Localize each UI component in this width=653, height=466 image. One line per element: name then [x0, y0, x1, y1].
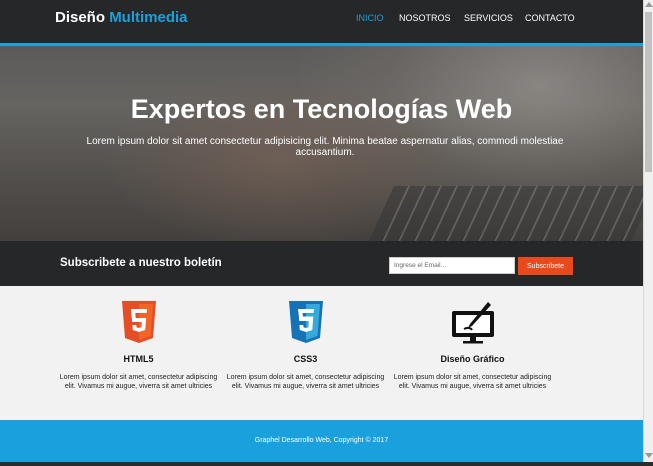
- feature-title-html5: HTML5: [123, 354, 154, 364]
- feature-html5: HTML5 Lorem ipsum dolor sit amet, consec…: [56, 300, 221, 391]
- site-footer: Graphel Desarrollo Web, Copyright © 2017: [0, 420, 643, 462]
- feature-graphic-design: Diseño Gráfico Lorem ipsum dolor sit ame…: [390, 300, 555, 391]
- nav-inicio[interactable]: INICIO: [356, 13, 384, 23]
- scrollbar-thumb[interactable]: [645, 12, 652, 172]
- newsletter-section: Subscribete a nuestro boletín Subscribet…: [0, 241, 643, 286]
- logo[interactable]: Diseño Multimedia: [55, 9, 188, 26]
- page: Diseño Multimedia INICIO NOSOTROS SERVIC…: [0, 0, 643, 466]
- copyright-text: Graphel Desarrollo Web, Copyright © 2017: [254, 437, 389, 444]
- feature-title-css3: CSS3: [293, 354, 318, 364]
- nav-servicios[interactable]: SERVICIOS: [464, 13, 513, 23]
- css3-icon: [288, 301, 323, 343]
- subscribe-button[interactable]: Subscribete: [518, 257, 573, 275]
- feature-text-html5: Lorem ipsum dolor sit amet, consectetur …: [59, 374, 218, 390]
- site-header: Diseño Multimedia INICIO NOSOTROS SERVIC…: [0, 0, 643, 46]
- hero-banner: Expertos en Tecnologías Web Lorem ipsum …: [0, 46, 643, 241]
- window-bottom-edge: [0, 462, 653, 466]
- scroll-up-icon[interactable]: [645, 2, 653, 7]
- email-input[interactable]: [389, 257, 515, 274]
- features-section: HTML5 Lorem ipsum dolor sit amet, consec…: [0, 286, 643, 420]
- hero-title: Expertos en Tecnologías Web: [130, 94, 513, 124]
- logo-accent: Multimedia: [109, 9, 188, 26]
- feature-title-graphic-design: Diseño Gráfico: [440, 354, 505, 364]
- nav-nosotros[interactable]: NOSOTROS: [399, 13, 451, 23]
- hero-text: Lorem ipsum dolor sit amet consectetur a…: [86, 136, 564, 158]
- html5-icon: [121, 301, 156, 343]
- vertical-scrollbar[interactable]: [643, 0, 653, 466]
- logo-main: Diseño: [55, 9, 106, 26]
- scroll-down-icon[interactable]: [645, 453, 653, 458]
- feature-css3: CSS3 Lorem ipsum dolor sit amet, consect…: [223, 300, 388, 391]
- nav-contacto[interactable]: CONTACTO: [525, 13, 575, 23]
- graphic-design-icon: [451, 302, 494, 344]
- feature-text-css3: Lorem ipsum dolor sit amet, consectetur …: [226, 374, 385, 390]
- feature-text-graphic-design: Lorem ipsum dolor sit amet, consectetur …: [393, 374, 552, 390]
- newsletter-title: Subscribete a nuestro boletín: [60, 257, 222, 269]
